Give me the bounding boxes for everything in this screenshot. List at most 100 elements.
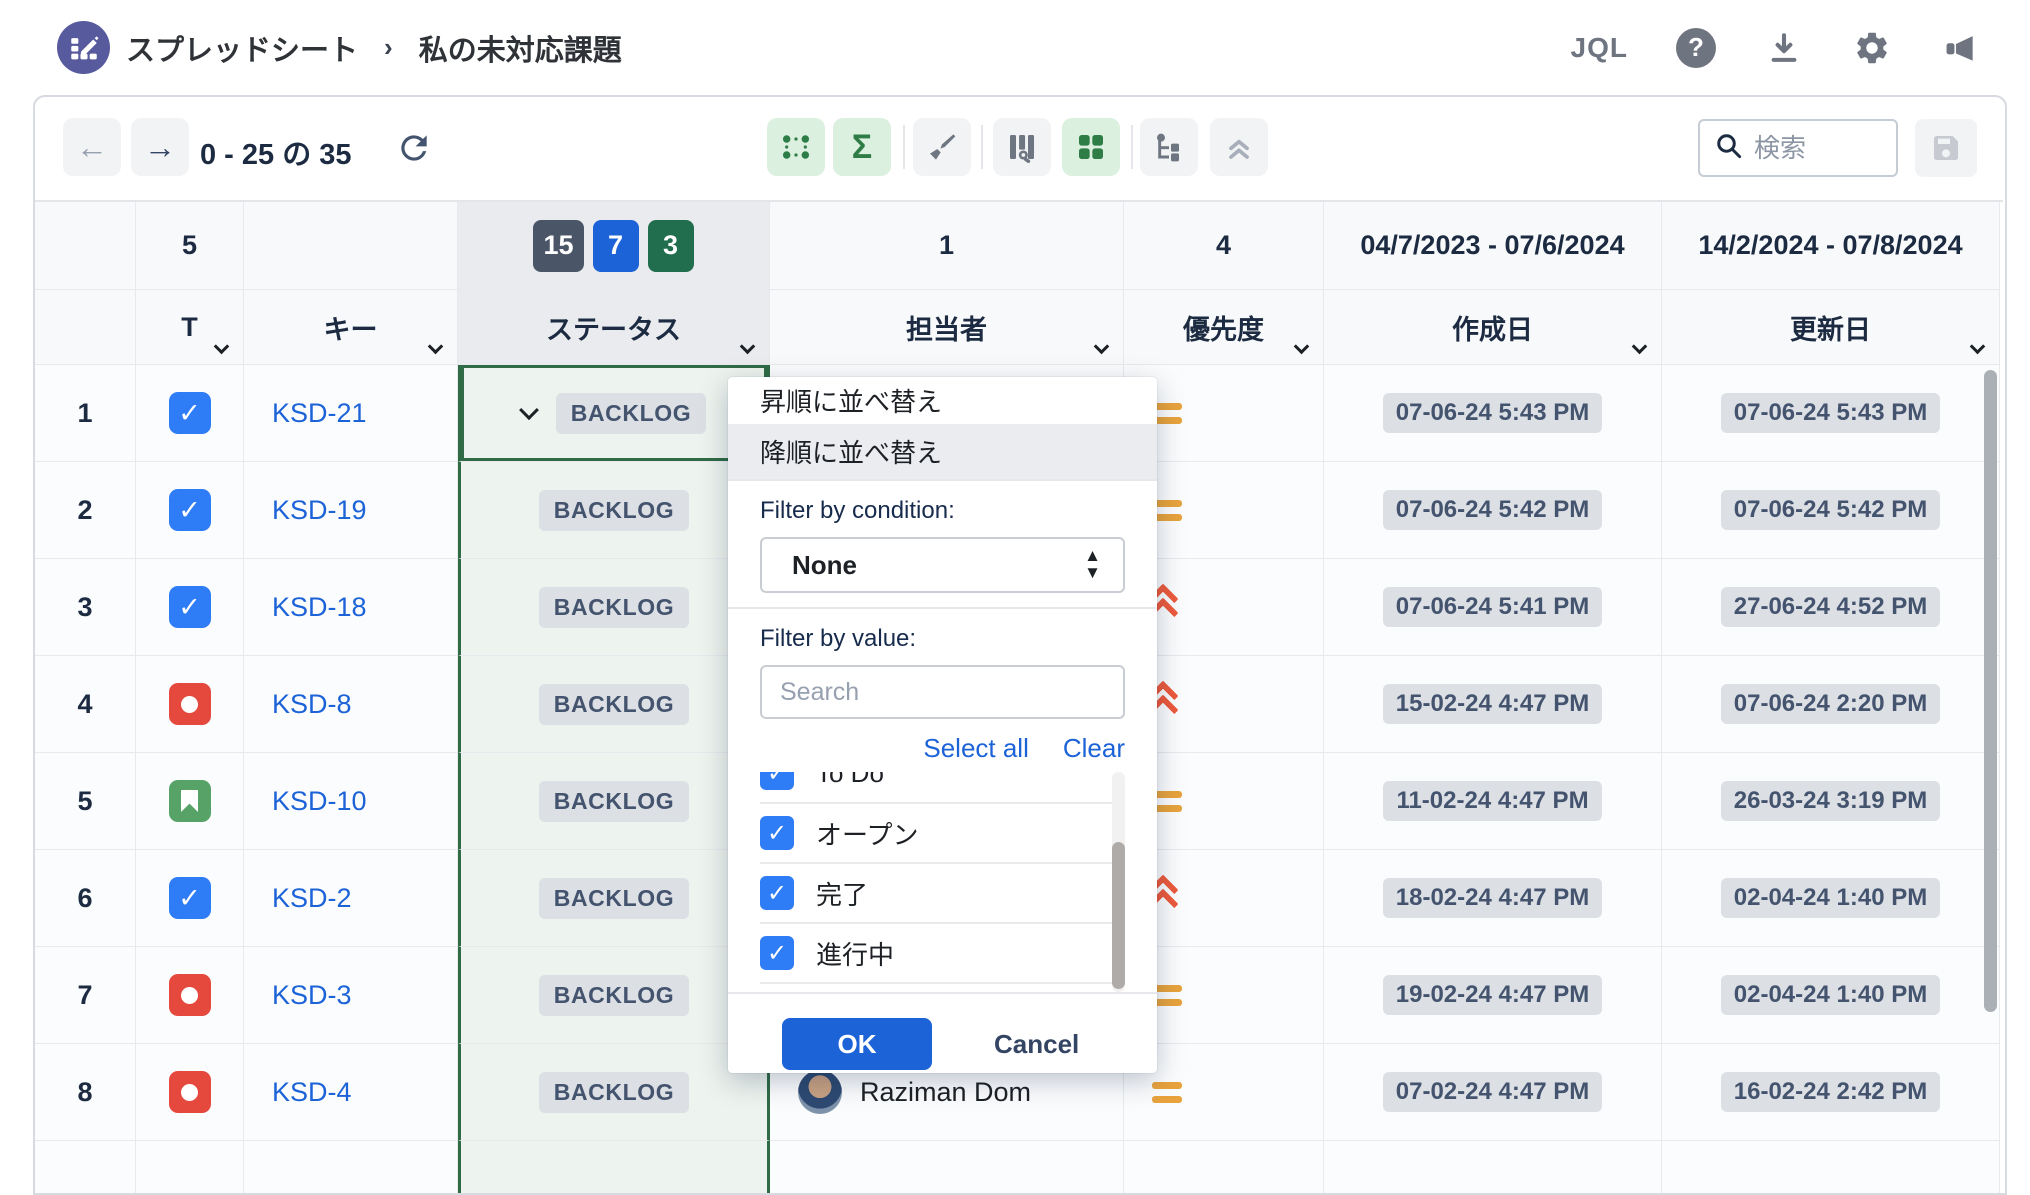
sum-sigma-button[interactable]: Σ xyxy=(833,118,891,176)
status-badge: BACKLOG xyxy=(539,587,689,628)
row-number: 6 xyxy=(77,883,92,914)
status-option-label: To Do xyxy=(816,772,884,789)
sort-descending-item[interactable]: 降順に並べ替え xyxy=(728,424,1157,479)
download-icon[interactable] xyxy=(1764,28,1804,68)
issue-key-link[interactable]: KSD-8 xyxy=(272,689,352,720)
refresh-icon[interactable] xyxy=(395,129,433,172)
created-date: 15-02-24 4:47 PM xyxy=(1383,684,1602,724)
chevron-down-icon[interactable] xyxy=(428,339,444,355)
header-rownum xyxy=(35,290,136,365)
status-badge: BACKLOG xyxy=(539,878,689,919)
grid-view-button[interactable] xyxy=(1062,118,1120,176)
pagination-range: 0 - 25 の 35 xyxy=(200,131,352,173)
updated-date: 02-04-24 1:40 PM xyxy=(1721,975,1940,1015)
checkbox-checked-icon[interactable]: ✓ xyxy=(760,936,794,970)
chevron-down-icon[interactable] xyxy=(214,339,230,355)
created-date: 19-02-24 4:47 PM xyxy=(1383,975,1602,1015)
hierarchy-tree-button[interactable] xyxy=(1140,118,1198,176)
announcement-megaphone-icon[interactable] xyxy=(1940,28,1980,68)
checkbox-checked-icon[interactable]: ✓ xyxy=(760,772,794,790)
format-painter-button[interactable] xyxy=(913,118,971,176)
chevron-down-icon[interactable] xyxy=(519,400,539,420)
header-created[interactable]: 作成日 xyxy=(1324,290,1662,365)
status-badge: BACKLOG xyxy=(539,490,689,531)
header-updated[interactable]: 更新日 xyxy=(1662,290,2000,365)
issue-key-link[interactable]: KSD-2 xyxy=(272,883,352,914)
status-badge: BACKLOG xyxy=(539,975,689,1016)
status-badge: BACKLOG xyxy=(539,1072,689,1113)
cancel-button[interactable]: Cancel xyxy=(994,1029,1079,1060)
condition-select[interactable]: None ▲▼ xyxy=(760,537,1125,593)
aggregate-row: 5 15 7 3 1 4 04/7/2023 - 07/6/2024 14/2/… xyxy=(35,202,2003,290)
status-option[interactable]: ✓ 進行中 xyxy=(760,924,1125,984)
next-page-button[interactable]: → xyxy=(131,118,189,176)
toolbar: ← → 0 - 25 の 35 Σ xyxy=(35,97,2005,200)
issue-key-link[interactable]: KSD-19 xyxy=(272,495,367,526)
select-all-link[interactable]: Select all xyxy=(923,733,1029,764)
breadcrumb: スプレッドシート › 私の未対応課題 xyxy=(126,0,622,95)
status-count-badge: 15 xyxy=(533,220,583,272)
ok-button[interactable]: OK xyxy=(782,1018,932,1070)
checkbox-checked-icon[interactable]: ✓ xyxy=(760,876,794,910)
issue-type-icon xyxy=(169,1071,211,1113)
column-header-row: T キー ステータス 担当者 優先度 作成日 更新日 xyxy=(35,290,2003,365)
status-option[interactable]: ✓ オープン xyxy=(760,804,1125,864)
arrow-right-icon: → xyxy=(144,129,176,166)
table-search-box[interactable] xyxy=(1698,119,1898,177)
chevron-down-icon[interactable] xyxy=(1294,339,1310,355)
row-number: 4 xyxy=(77,689,92,720)
row-number: 5 xyxy=(77,786,92,817)
issue-key-link[interactable]: KSD-21 xyxy=(272,398,367,429)
priority-icon xyxy=(1152,1082,1182,1103)
settings-gear-icon[interactable] xyxy=(1852,28,1892,68)
list-scrollbar-thumb[interactable] xyxy=(1112,842,1125,989)
save-button[interactable] xyxy=(1915,119,1977,177)
issue-key-link[interactable]: KSD-3 xyxy=(272,980,352,1011)
collapse-all-button[interactable] xyxy=(1210,118,1268,176)
header-status[interactable]: ステータス xyxy=(458,290,770,365)
header-key[interactable]: キー xyxy=(244,290,458,365)
aggregate-rownum-cell xyxy=(35,202,136,290)
status-option-label: 完了 xyxy=(816,875,868,912)
help-icon[interactable]: ? xyxy=(1676,28,1716,68)
search-input[interactable] xyxy=(1754,133,1874,164)
prev-page-button[interactable]: ← xyxy=(63,118,121,176)
cell-selection-mode-button[interactable] xyxy=(767,118,825,176)
filter-condition-label: Filter by condition: xyxy=(760,497,1157,525)
status-option[interactable]: ✓ 完了 xyxy=(760,864,1125,924)
sort-ascending-item[interactable]: 昇順に並べ替え xyxy=(728,377,1157,424)
select-arrows-icon: ▲▼ xyxy=(1084,545,1101,583)
issue-key-link[interactable]: KSD-18 xyxy=(272,592,367,623)
created-date: 07-02-24 4:47 PM xyxy=(1383,1072,1602,1112)
issue-type-icon xyxy=(169,780,211,822)
updated-date: 07-06-24 5:42 PM xyxy=(1721,490,1940,530)
arrow-left-icon: ← xyxy=(76,129,108,166)
header-assignee[interactable]: 担当者 xyxy=(770,290,1124,365)
assignee-name: Raziman Dom xyxy=(860,1077,1031,1108)
vertical-scrollbar[interactable] xyxy=(1984,370,1997,1012)
column-settings-button[interactable] xyxy=(993,118,1051,176)
issue-key-link[interactable]: KSD-10 xyxy=(272,786,367,817)
checkbox-checked-icon[interactable]: ✓ xyxy=(760,816,794,850)
header-priority[interactable]: 優先度 xyxy=(1124,290,1324,365)
jql-button[interactable]: JQL xyxy=(1571,32,1628,64)
header-type[interactable]: T xyxy=(136,290,244,365)
selected-status-cell[interactable]: BACKLOG xyxy=(458,365,770,462)
filter-value-search-input[interactable] xyxy=(760,665,1125,719)
chevron-down-icon[interactable] xyxy=(1094,339,1110,355)
issue-key-link[interactable]: KSD-4 xyxy=(272,1077,352,1108)
updated-date: 27-06-24 4:52 PM xyxy=(1721,587,1940,627)
breadcrumb-app-title[interactable]: スプレッドシート xyxy=(126,27,358,69)
breadcrumb-separator: › xyxy=(384,32,393,63)
created-date: 11-02-24 4:47 PM xyxy=(1383,781,1601,821)
updated-date: 02-04-24 1:40 PM xyxy=(1721,878,1940,918)
issue-type-icon xyxy=(169,683,211,725)
issue-type-icon xyxy=(169,974,211,1016)
clear-link[interactable]: Clear xyxy=(1063,733,1125,764)
chevron-down-icon[interactable] xyxy=(740,339,756,355)
status-badge: BACKLOG xyxy=(556,393,706,434)
status-option[interactable]: ✓ To Do xyxy=(760,772,1125,804)
chevron-down-icon[interactable] xyxy=(1632,339,1648,355)
issue-type-icon xyxy=(169,586,211,628)
chevron-down-icon[interactable] xyxy=(1970,339,1986,355)
